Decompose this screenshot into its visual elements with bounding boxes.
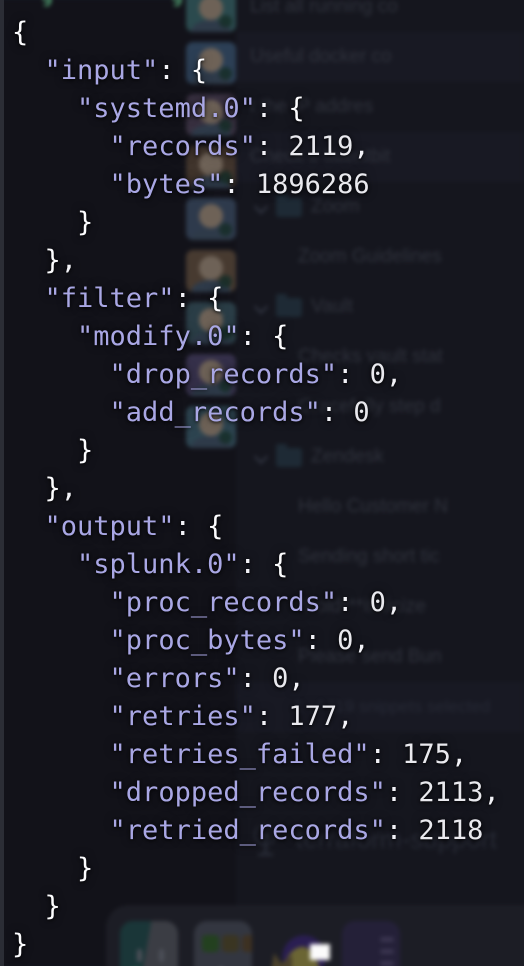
code-token-br: } xyxy=(77,435,94,466)
code-token-p: : xyxy=(320,397,354,428)
code-line: } xyxy=(12,926,524,964)
code-token-p: : xyxy=(304,625,338,656)
code-token-p: : xyxy=(385,815,419,846)
code-token-p: : xyxy=(239,321,273,352)
code-token-k: "retries_failed" xyxy=(109,739,370,770)
code-token-p: : xyxy=(337,587,370,618)
code-token-k: "bytes" xyxy=(109,169,224,200)
code-line: } xyxy=(12,850,524,888)
code-token-br: } xyxy=(44,245,61,276)
code-token-p: , xyxy=(385,359,403,390)
code-token-k: "proc_records" xyxy=(109,587,338,618)
code-token-k: "splunk.0" xyxy=(77,549,240,580)
code-token-p: : xyxy=(174,511,208,542)
code-line: } xyxy=(12,204,524,242)
code-token-k: "dropped_records" xyxy=(109,777,386,808)
code-line: "retries_failed": 175, xyxy=(12,736,524,774)
code-token-br: } xyxy=(77,207,94,238)
code-line: "drop_records": 0, xyxy=(12,356,524,394)
code-token-k: "output" xyxy=(44,511,175,542)
code-line: } xyxy=(12,888,524,926)
code-token-k: "retried_records" xyxy=(109,815,386,846)
code-token-k: "proc_bytes" xyxy=(109,625,305,656)
code-token-k: "drop_records" xyxy=(109,359,338,390)
code-line: "retries": 177, xyxy=(12,698,524,736)
code-line: "records": 2119, xyxy=(12,128,524,166)
code-token-k: "records" xyxy=(109,131,256,162)
code-token-p: : xyxy=(255,131,289,162)
code-token-num: 2118 xyxy=(418,815,484,846)
code-line: "filter": { xyxy=(12,280,524,318)
code-token-br: { xyxy=(207,511,224,542)
code-token-p: : xyxy=(255,701,289,732)
code-token-k: "filter" xyxy=(44,283,175,314)
code-token-p: : xyxy=(239,663,273,694)
code-token-br: } xyxy=(44,473,61,504)
code-line: "errors": 0, xyxy=(12,660,524,698)
code-line: }, xyxy=(12,470,524,508)
code-line: { xyxy=(12,14,524,52)
code-token-num: 175 xyxy=(402,739,451,770)
code-token-p: , xyxy=(60,473,78,504)
code-token-p: : xyxy=(337,359,370,390)
code-token-num: 2119 xyxy=(288,131,354,162)
code-token-k: "systemd.0" xyxy=(77,93,256,124)
code-token-p: : xyxy=(223,169,256,200)
code-line: "input": { xyxy=(12,52,524,90)
code-line: "dropped_records": 2113, xyxy=(12,774,524,812)
code-token-p: : xyxy=(239,549,273,580)
code-token-p: , xyxy=(60,245,78,276)
code-token-p: , xyxy=(353,131,370,162)
code-line: "splunk.0": { xyxy=(12,546,524,584)
code-line: "proc_records": 0, xyxy=(12,584,524,622)
code-token-br: } xyxy=(77,853,94,884)
screen: List all running co Useful docker co t the… xyxy=(0,0,524,966)
code-token-p: , xyxy=(337,701,354,732)
code-token-br: { xyxy=(207,283,224,314)
code-line: "bytes": 1896286 xyxy=(12,166,524,204)
code-line: }, xyxy=(12,242,524,280)
code-line: "proc_bytes": 0, xyxy=(12,622,524,660)
code-token-br: { xyxy=(288,93,305,124)
code-token-num: 0 xyxy=(369,587,386,618)
code-token-k: "errors" xyxy=(109,663,240,694)
code-token-br: { xyxy=(272,549,289,580)
code-token-num: 2113 xyxy=(418,777,484,808)
code-line: "systemd.0": { xyxy=(12,90,524,128)
code-token-num: 0 xyxy=(337,625,354,656)
code-token-num: 0 xyxy=(353,397,370,428)
code-line: "output": { xyxy=(12,508,524,546)
code-line: } xyxy=(12,432,524,470)
code-token-p: , xyxy=(353,625,370,656)
code-token-k: "retries" xyxy=(109,701,256,732)
code-token-k: "add_records" xyxy=(109,397,321,428)
code-token-br: } xyxy=(44,891,61,922)
code-line: "retried_records": 2118 xyxy=(12,812,524,850)
code-token-br: } xyxy=(12,929,29,960)
code-token-p: : xyxy=(385,777,419,808)
code-token-k: "modify.0" xyxy=(77,321,240,352)
code-token-p: : xyxy=(158,55,191,86)
code-token-num: 0 xyxy=(369,359,386,390)
code-token-p: : xyxy=(255,93,289,124)
code-token-k: "input" xyxy=(44,55,159,86)
code-token-num: 1896286 xyxy=(255,169,370,200)
code-token-br: { xyxy=(12,17,29,48)
code-token-num: 0 xyxy=(272,663,289,694)
code-token-p: , xyxy=(483,777,500,808)
code-token-br: { xyxy=(272,321,289,352)
json-stats-overlay: { "input": { "systemd.0": { "records": 2… xyxy=(0,0,524,966)
code-token-p: , xyxy=(288,663,305,694)
code-line: "add_records": 0 xyxy=(12,394,524,432)
code-token-p: , xyxy=(450,739,468,770)
code-token-p: : xyxy=(174,283,208,314)
code-line: "modify.0": { xyxy=(12,318,524,356)
code-token-p: , xyxy=(385,587,403,618)
code-token-br: { xyxy=(190,55,208,86)
code-token-p: : xyxy=(369,739,403,770)
code-token-num: 177 xyxy=(288,701,338,732)
